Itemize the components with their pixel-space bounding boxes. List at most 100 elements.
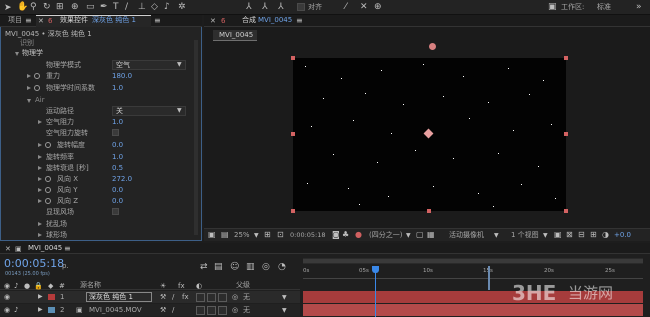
layer-handle-top-left[interactable]	[291, 56, 295, 60]
region-icon[interactable]: ▤	[221, 230, 229, 240]
composition-sub-tab[interactable]: MVI_0045	[213, 30, 257, 41]
effect-panel-scrollbar[interactable]	[194, 40, 198, 235]
stopwatch-icon[interactable]	[34, 73, 40, 79]
draft-3d-icon[interactable]: ▤	[214, 262, 223, 272]
switch-edit-icon[interactable]: /	[172, 305, 174, 315]
parent-dropdown[interactable]: 无	[243, 293, 250, 302]
workspace-more-icon[interactable]: »	[636, 2, 642, 12]
snap-edges-icon[interactable]: ✕	[360, 2, 368, 12]
switch-shy-icon[interactable]: ⚒	[160, 305, 166, 315]
snap-option-icon[interactable]: ⁄	[345, 2, 347, 12]
zoom-level[interactable]: 25%	[234, 231, 250, 240]
video-switch-icon[interactable]: ◉	[4, 281, 10, 291]
property-value[interactable]: 272.0	[112, 174, 132, 184]
switch-box[interactable]	[218, 306, 227, 315]
audio-icon[interactable]: ♪	[14, 305, 18, 315]
close-tab-icon[interactable]: ✕	[5, 244, 11, 254]
close-tab-icon[interactable]: ✕	[38, 16, 44, 26]
parent-dropdown[interactable]: 无	[243, 306, 250, 315]
motion-blur-icon[interactable]: ◎	[262, 262, 270, 272]
property-value[interactable]: 1.0	[112, 117, 123, 127]
property-value[interactable]: 0.5	[112, 163, 123, 173]
tab-effect-controls[interactable]: 效果控件	[56, 15, 92, 26]
property-value[interactable]: 0.0	[112, 185, 123, 195]
expand-icon[interactable]	[27, 86, 31, 90]
type-tool-icon[interactable]: T	[113, 2, 119, 12]
project-menu-icon[interactable]: ≡	[25, 16, 32, 26]
col-parent[interactable]: 父级	[236, 281, 250, 290]
composition-panel-menu-icon[interactable]: ≡	[296, 16, 303, 26]
property-value[interactable]: 1.0	[112, 152, 123, 162]
playhead-handle-icon[interactable]	[372, 266, 379, 273]
comp-flowchart-icon[interactable]: ⊞	[590, 230, 597, 240]
lock-switch-icon[interactable]: 🔒	[34, 281, 43, 291]
label-color-swatch[interactable]	[48, 307, 55, 313]
expand-icon[interactable]	[38, 233, 42, 237]
expand-icon[interactable]: ▶	[38, 292, 43, 302]
clone-stamp-tool-icon[interactable]: ⊥	[138, 2, 146, 12]
axis-view-icon[interactable]: ⅄	[278, 2, 284, 12]
expand-icon[interactable]	[38, 222, 42, 226]
stopwatch-icon[interactable]	[45, 187, 51, 193]
rotate-tool-icon[interactable]: ↻	[43, 2, 51, 12]
axis-world-icon[interactable]: ⅄	[262, 2, 268, 12]
render-queue-icon[interactable]: ▣	[15, 244, 22, 254]
layer-row[interactable]: ◉ ▶ 1 深灰色 纯色 1 ⚒ / fx ◎ 无 ▼	[0, 291, 300, 303]
grid-icon[interactable]: ⊡	[277, 230, 284, 240]
visibility-eye-icon[interactable]: ◉	[4, 305, 10, 315]
switch-fx-icon[interactable]: fx	[182, 292, 189, 302]
pick-whip-icon[interactable]: ◎	[232, 305, 238, 315]
stopwatch-icon[interactable]	[34, 85, 40, 91]
property-value[interactable]: 0.0	[112, 140, 123, 150]
camera-tool-icon[interactable]: ⊞	[56, 2, 64, 12]
tab-project[interactable]: 项目	[4, 15, 26, 26]
roto-brush-tool-icon[interactable]: ♪	[164, 2, 170, 12]
air-resistance-rotation-checkbox[interactable]	[112, 129, 119, 136]
views-dropdown[interactable]: 1 个视图	[511, 231, 539, 240]
close-tab-icon[interactable]: ✕	[210, 16, 216, 26]
tab-composition-name[interactable]: MVI_0045	[254, 15, 296, 26]
effect-panel-menu-icon[interactable]: ≡	[154, 16, 161, 26]
work-area-end-marker[interactable]	[488, 266, 490, 290]
expand-icon[interactable]	[38, 177, 42, 181]
layer-handle-top-right[interactable]	[564, 56, 568, 60]
layer-row[interactable]: ◉ ♪ ▶ 2 ▣ MVI_0045.MOV ⚒ / ◎ 无 ▼	[0, 304, 300, 316]
motion-path-dropdown[interactable]	[112, 106, 186, 116]
pen-tool-icon[interactable]: ✒	[100, 2, 108, 12]
property-value[interactable]: 180.0	[112, 71, 132, 81]
frame-blending-icon[interactable]: ▥	[246, 262, 255, 272]
switch-box[interactable]	[196, 293, 205, 302]
expand-icon[interactable]	[38, 120, 42, 124]
hand-tool-icon[interactable]: ✋	[17, 2, 28, 12]
stopwatch-icon[interactable]	[45, 142, 51, 148]
eraser-tool-icon[interactable]: ◇	[151, 2, 158, 12]
pan-behind-tool-icon[interactable]: ⊕	[71, 2, 79, 12]
timeline-panel-menu-icon[interactable]: ≡	[64, 244, 71, 254]
layer-handle-bottom-mid[interactable]	[427, 209, 431, 213]
show-wind-field-checkbox[interactable]	[112, 208, 119, 215]
toggle-pixel-aspect-icon[interactable]: ▣	[554, 230, 562, 240]
transparency-grid-icon[interactable]: ▦	[427, 230, 435, 240]
resolution-dropdown[interactable]: (四分之一)	[369, 231, 402, 240]
adjustment-icon[interactable]: ◐	[196, 281, 202, 291]
camera-dropdown[interactable]: 活动摄像机	[449, 231, 484, 240]
emitter-top-handle-icon[interactable]	[429, 43, 436, 50]
viewer-timecode[interactable]: 0:00:05:18	[290, 231, 326, 240]
layer-handle-bottom-right[interactable]	[564, 209, 568, 213]
switch-box[interactable]	[207, 306, 216, 315]
physics-expand-icon[interactable]	[15, 52, 19, 56]
always-preview-icon[interactable]: ▣	[208, 230, 216, 240]
selection-tool-icon[interactable]: ➤	[4, 3, 12, 13]
property-value[interactable]: 1.0	[112, 83, 123, 93]
visibility-eye-icon[interactable]: ◉	[4, 292, 10, 302]
color-channel-icon[interactable]: ●	[355, 230, 362, 240]
shy-layers-icon[interactable]: ☺	[230, 262, 239, 272]
col-source-name[interactable]: 源名称	[80, 281, 101, 290]
switch-box[interactable]	[196, 306, 205, 315]
comp-mini-flowchart-icon[interactable]: ⇄	[200, 262, 208, 272]
timeline-icon[interactable]: ⊟	[578, 230, 585, 240]
brush-tool-icon[interactable]: /	[125, 2, 128, 12]
tab-timeline[interactable]: MVI_0045	[24, 243, 66, 254]
stopwatch-icon[interactable]	[45, 176, 51, 182]
show-snapshot-icon[interactable]: ♣	[342, 230, 349, 240]
